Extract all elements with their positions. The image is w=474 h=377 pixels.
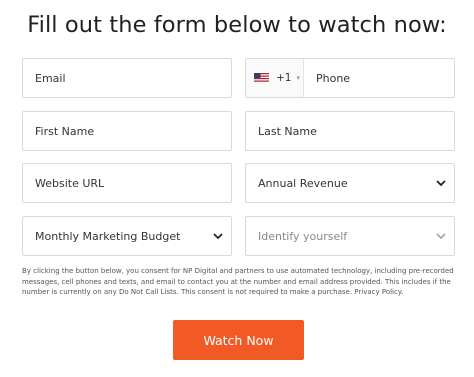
form-heading: Fill out the form below to watch now:: [27, 12, 447, 38]
website-url-placeholder: Website URL: [35, 176, 105, 190]
last-name-field[interactable]: Last Name: [245, 111, 455, 151]
first-name-field[interactable]: First Name: [22, 111, 232, 151]
identify-yourself-select[interactable]: Identify yourself: [245, 216, 455, 256]
marketing-budget-value: Monthly Marketing Budget: [35, 229, 181, 243]
first-name-placeholder: First Name: [35, 124, 95, 138]
country-code-selector[interactable]: +1 ▾: [246, 59, 304, 97]
us-flag-icon: [254, 73, 269, 83]
annual-revenue-select[interactable]: Annual Revenue: [245, 163, 455, 203]
chevron-down-icon: [434, 229, 448, 243]
chevron-down-icon: [211, 229, 225, 243]
country-code: +1: [276, 72, 292, 84]
consent-disclaimer: By clicking the button below, you consen…: [22, 267, 454, 297]
identify-yourself-value: Identify yourself: [258, 229, 348, 243]
last-name-placeholder: Last Name: [258, 124, 317, 138]
monthly-marketing-budget-select[interactable]: Monthly Marketing Budget: [22, 216, 232, 256]
watch-now-button[interactable]: Watch Now: [173, 320, 304, 360]
phone-input[interactable]: Phone: [304, 72, 454, 85]
chevron-down-icon: ▾: [296, 74, 300, 82]
watch-now-label: Watch Now: [203, 332, 274, 348]
email-field[interactable]: Email: [22, 58, 232, 98]
email-placeholder: Email: [35, 71, 66, 85]
phone-placeholder: Phone: [316, 71, 351, 85]
annual-revenue-value: Annual Revenue: [258, 176, 348, 190]
chevron-down-icon: [434, 176, 448, 190]
website-url-field[interactable]: Website URL: [22, 163, 232, 203]
phone-field-group: +1 ▾ Phone: [245, 58, 455, 98]
